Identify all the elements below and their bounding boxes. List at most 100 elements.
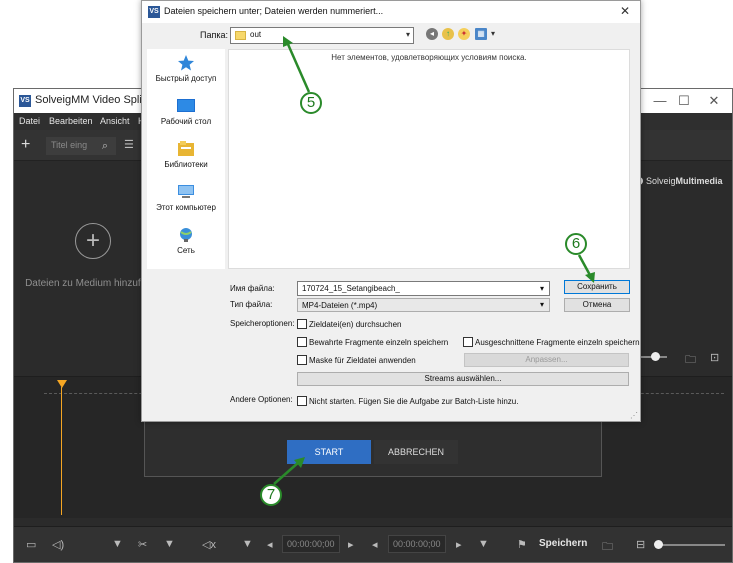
brand-logo: SolveigMultimedia [635, 176, 723, 186]
dialog-close-button[interactable]: ✕ [620, 4, 630, 18]
cut-icon[interactable]: ✂ [138, 538, 147, 551]
dialog-app-icon: VS [148, 6, 160, 18]
network-icon [180, 228, 192, 242]
place-label: Рабочий стол [160, 117, 212, 126]
marker-out-icon[interactable]: ▼ [164, 538, 175, 550]
chevron-down-icon[interactable]: ▾ [406, 30, 410, 39]
save-dialog: VS Dateien speichern unter; Dateien werd… [141, 0, 641, 422]
filetype-chevron-down-icon[interactable]: ▾ [540, 300, 544, 309]
timecode-end[interactable]: 00:00:00;00 [388, 535, 446, 553]
option-label: Nicht starten. Fügen Sie die Aufgabe zur… [309, 397, 519, 406]
start-button[interactable]: START [287, 440, 371, 464]
new-folder-icon[interactable]: ✦ [458, 28, 470, 40]
brand-suffix: Multimedia [675, 176, 723, 186]
place-label: Сеть [177, 246, 195, 255]
menu-ansicht[interactable]: Ansicht [100, 116, 130, 126]
folder-label: Папка: [200, 30, 228, 40]
marker-in-icon[interactable]: ▼ [112, 538, 123, 550]
checkbox[interactable] [463, 337, 473, 347]
maximize-button[interactable]: ☐ [674, 92, 694, 110]
resize-grip-icon[interactable]: ⋰ [630, 411, 638, 420]
option-label: Bewahrte Fragmente einzeln speichern [309, 338, 449, 347]
timeline-zoom-slider[interactable] [657, 544, 725, 546]
option-label: Zieldatei(en) durchsuchen [309, 320, 402, 329]
volume-icon[interactable]: ◁) [52, 538, 64, 551]
filetype-label: Тип файла: [230, 300, 273, 309]
folder-icon [235, 31, 246, 40]
checkbox[interactable] [297, 319, 307, 329]
dialog-save-button[interactable]: Сохранить [564, 280, 630, 294]
close-button[interactable]: ✕ [704, 92, 724, 110]
bottom-toolbar: ▭ ◁) ▼ ✂ ▼ ◁x ▼ ◂ 00:00:00;00 ▸ ◂ 00:00:… [14, 526, 732, 562]
annotation-step-5: 5 [300, 92, 322, 114]
filetype-select[interactable]: MP4-Dateien (*.mp4) [297, 298, 550, 312]
add-files-icon[interactable]: + [75, 223, 111, 259]
abort-button[interactable]: ABBRECHEN [374, 440, 458, 464]
screen-icon[interactable]: ▭ [26, 538, 36, 551]
select-streams-button[interactable]: Streams auswählen... [297, 372, 629, 386]
place-label: Библиотеки [164, 160, 208, 169]
save-link[interactable]: Speichern [539, 538, 587, 549]
output-folder-icon[interactable]: 🗀 [602, 538, 613, 557]
desktop-icon [177, 99, 195, 112]
menu-bearbeiten[interactable]: Bearbeiten [49, 116, 93, 126]
timecode-start[interactable]: 00:00:00;00 [282, 535, 340, 553]
option-mask[interactable]: Maske für Zieldatei anwenden [297, 355, 416, 365]
app-logo-icon: VS [19, 95, 31, 107]
prev-frame-icon-2[interactable]: ◂ [372, 538, 378, 551]
annotation-step-6: 6 [565, 233, 587, 255]
place-quick-access[interactable]: Быстрый доступ [147, 55, 225, 83]
annotation-step-7: 7 [260, 484, 282, 506]
option-target-folders[interactable]: Zieldatei(en) durchsuchen [297, 319, 402, 329]
view-menu-icon[interactable]: ▦ [475, 28, 487, 40]
save-options-label: Speicheroptionen: [230, 319, 295, 328]
option-batch-list[interactable]: Nicht starten. Fügen Sie die Aufgabe zur… [297, 396, 518, 406]
search-icon[interactable]: ⌕ [96, 137, 114, 155]
open-folder-icon[interactable]: 🗀 [685, 351, 696, 370]
add-media-button[interactable]: + [21, 136, 30, 154]
checkbox[interactable] [297, 355, 307, 365]
filename-chevron-down-icon[interactable]: ▾ [540, 284, 544, 293]
checkbox[interactable] [297, 396, 307, 406]
menu-datei[interactable]: Datei [19, 116, 40, 126]
places-bar: Быстрый доступ Рабочий стол Библиотеки Э… [147, 49, 225, 269]
minimize-button[interactable]: — [650, 92, 670, 110]
filename-input[interactable]: 170724_15_Setangibeach_ [297, 281, 550, 296]
folder-value: out [250, 30, 262, 39]
playhead-marker-icon[interactable] [57, 380, 67, 388]
place-label: Быстрый доступ [155, 74, 217, 83]
libraries-icon [178, 141, 194, 156]
adjust-button[interactable]: Anpassen... [464, 353, 629, 367]
mute-icon[interactable]: ◁x [202, 538, 216, 551]
other-options-label: Andere Optionen: [230, 395, 293, 404]
flag-icon[interactable]: ⚑ [517, 538, 527, 551]
next-frame-icon-2[interactable]: ▸ [456, 538, 462, 551]
option-keep-fragments[interactable]: Bewahrte Fragmente einzeln speichern [297, 337, 448, 347]
screenshot-root: VS SolveigMM Video Splitter 7.6 — ☐ ✕ Da… [0, 0, 733, 563]
back-icon[interactable]: ◂ [426, 28, 438, 40]
timeline-track [144, 417, 602, 477]
place-network[interactable]: Сеть [147, 227, 225, 255]
option-cut-fragments[interactable]: Ausgeschnittene Fragmente einzeln speich… [463, 337, 640, 347]
timeline-zoom-knob[interactable] [654, 540, 663, 549]
place-this-pc[interactable]: Этот компьютер [147, 184, 225, 212]
this-pc-icon [178, 185, 194, 198]
place-desktop[interactable]: Рабочий стол [147, 98, 225, 126]
snapshot-icon[interactable]: ⊡ [710, 351, 719, 364]
view-menu-chevron-icon[interactable]: ▾ [487, 28, 499, 40]
up-folder-icon[interactable]: ↑ [442, 28, 454, 40]
filter-icon-2[interactable]: ▼ [478, 538, 489, 550]
zoom-icon[interactable]: ⊟ [636, 538, 645, 551]
place-libraries[interactable]: Библиотеки [147, 141, 225, 169]
prev-frame-icon[interactable]: ◂ [267, 538, 273, 551]
brand-prefix: Solveig [646, 176, 676, 186]
filter-icon[interactable]: ▼ [242, 538, 253, 550]
list-view-icon[interactable]: ☰ [124, 138, 134, 151]
preview-zoom-knob[interactable] [651, 352, 660, 361]
checkbox[interactable] [297, 337, 307, 347]
dialog-cancel-button[interactable]: Отмена [564, 298, 630, 312]
next-frame-icon[interactable]: ▸ [348, 538, 354, 551]
folder-dropdown[interactable]: out ▾ [230, 27, 414, 44]
empty-message: Нет элементов, удовлетворяющих условиям … [331, 53, 527, 62]
dialog-titlebar: VS Dateien speichern unter; Dateien werd… [142, 1, 640, 23]
